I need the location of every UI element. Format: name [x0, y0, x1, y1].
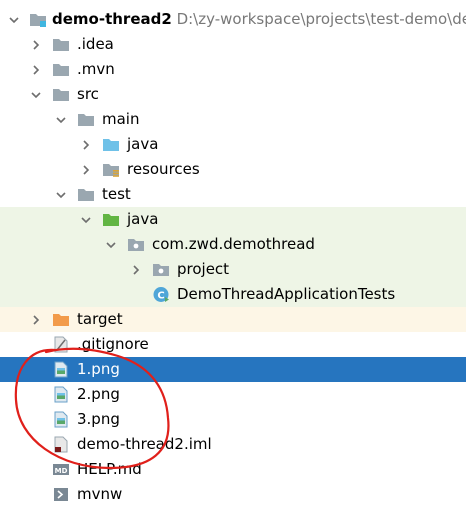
root-path: D:\zy-workspace\projects\test-demo\demo: [176, 10, 466, 28]
tree-row-label: 1.png: [77, 360, 120, 378]
image-file-icon: [52, 411, 70, 428]
tree-row[interactable]: .gitignore: [0, 332, 466, 357]
tree-row-label: .mvn: [77, 60, 115, 78]
svg-text:C: C: [157, 291, 164, 302]
folder-icon: [77, 111, 95, 128]
tree-row-label: src: [77, 85, 99, 103]
chevron-right-icon[interactable]: [28, 32, 44, 57]
tree-row[interactable]: java: [0, 207, 466, 232]
tree-row[interactable]: main: [0, 107, 466, 132]
folder-icon: [52, 61, 70, 78]
tree-row-label: resources: [127, 160, 200, 178]
root-name: demo-thread2: [52, 10, 172, 28]
tree-row[interactable]: test: [0, 182, 466, 207]
tree-row-label: mvnw: [77, 485, 123, 503]
chevron-right-icon[interactable]: [28, 307, 44, 332]
tree-row-label: project: [177, 260, 230, 278]
tree-row-label: demo-thread2.iml: [77, 435, 212, 453]
tree-row-label: java: [127, 210, 159, 228]
folder-icon: [52, 86, 70, 103]
chevron-down-icon[interactable]: [103, 232, 119, 257]
tree-row-label: .idea: [77, 35, 114, 53]
tree-row[interactable]: project: [0, 257, 466, 282]
tree-row-label: com.zwd.demothread: [152, 235, 315, 253]
tree-row-label: HELP.md: [77, 460, 142, 478]
tree-row[interactable]: resources: [0, 157, 466, 182]
tree-row-label: DemoThreadApplicationTests: [177, 285, 396, 303]
project-tree[interactable]: demo-thread2 D:\zy-workspace\projects\te…: [0, 0, 466, 507]
chevron-down-icon[interactable]: [28, 82, 44, 107]
chevron-right-icon[interactable]: [78, 157, 94, 182]
folder-icon: [52, 36, 70, 53]
tree-row[interactable]: 3.png: [0, 407, 466, 432]
tree-row[interactable]: src: [0, 82, 466, 107]
tree-row[interactable]: MD HELP.md: [0, 457, 466, 482]
tree-row-label: test: [102, 185, 131, 203]
tree-row[interactable]: 2.png: [0, 382, 466, 407]
folder-icon: [77, 186, 95, 203]
script-file-icon: [52, 486, 70, 503]
tree-row[interactable]: .mvn: [0, 57, 466, 82]
tree-row-root[interactable]: demo-thread2 D:\zy-workspace\projects\te…: [0, 7, 466, 32]
module-folder-icon: [29, 11, 47, 28]
iml-file-icon: [52, 436, 70, 453]
gitignore-file-icon: [52, 336, 70, 353]
tree-row-label: 3.png: [77, 410, 120, 428]
test-folder-icon: [102, 211, 120, 228]
chevron-right-icon[interactable]: [28, 57, 44, 82]
svg-text:MD: MD: [55, 467, 68, 475]
tree-row[interactable]: 1.png: [0, 357, 466, 382]
package-icon: [127, 236, 145, 253]
tree-row[interactable]: target: [0, 307, 466, 332]
tree-row-label: 2.png: [77, 385, 120, 403]
tree-row[interactable]: C DemoThreadApplicationTests: [0, 282, 466, 307]
package-icon: [152, 261, 170, 278]
image-file-icon: [52, 361, 70, 378]
chevron-down-icon[interactable]: [53, 107, 69, 132]
chevron-down-icon[interactable]: [53, 182, 69, 207]
chevron-right-icon[interactable]: [128, 257, 144, 282]
tree-row-label: .gitignore: [77, 335, 149, 353]
image-file-icon: [52, 386, 70, 403]
resources-folder-icon: [102, 161, 120, 178]
tree-row[interactable]: demo-thread2.iml: [0, 432, 466, 457]
tree-row-label: target: [77, 310, 123, 328]
root-label: demo-thread2 D:\zy-workspace\projects\te…: [52, 7, 466, 32]
chevron-down-icon[interactable]: [78, 207, 94, 232]
markdown-file-icon: MD: [52, 461, 70, 478]
tree-row-label: java: [127, 135, 159, 153]
chevron-right-icon[interactable]: [78, 132, 94, 157]
tree-row[interactable]: mvnw: [0, 482, 466, 507]
java-class-icon: C: [152, 286, 170, 303]
source-folder-icon: [102, 136, 120, 153]
excluded-folder-icon: [52, 311, 70, 328]
tree-row[interactable]: com.zwd.demothread: [0, 232, 466, 257]
chevron-down-icon[interactable]: [6, 7, 22, 32]
tree-row-label: main: [102, 110, 140, 128]
tree-row[interactable]: java: [0, 132, 466, 157]
tree-row[interactable]: .idea: [0, 32, 466, 57]
